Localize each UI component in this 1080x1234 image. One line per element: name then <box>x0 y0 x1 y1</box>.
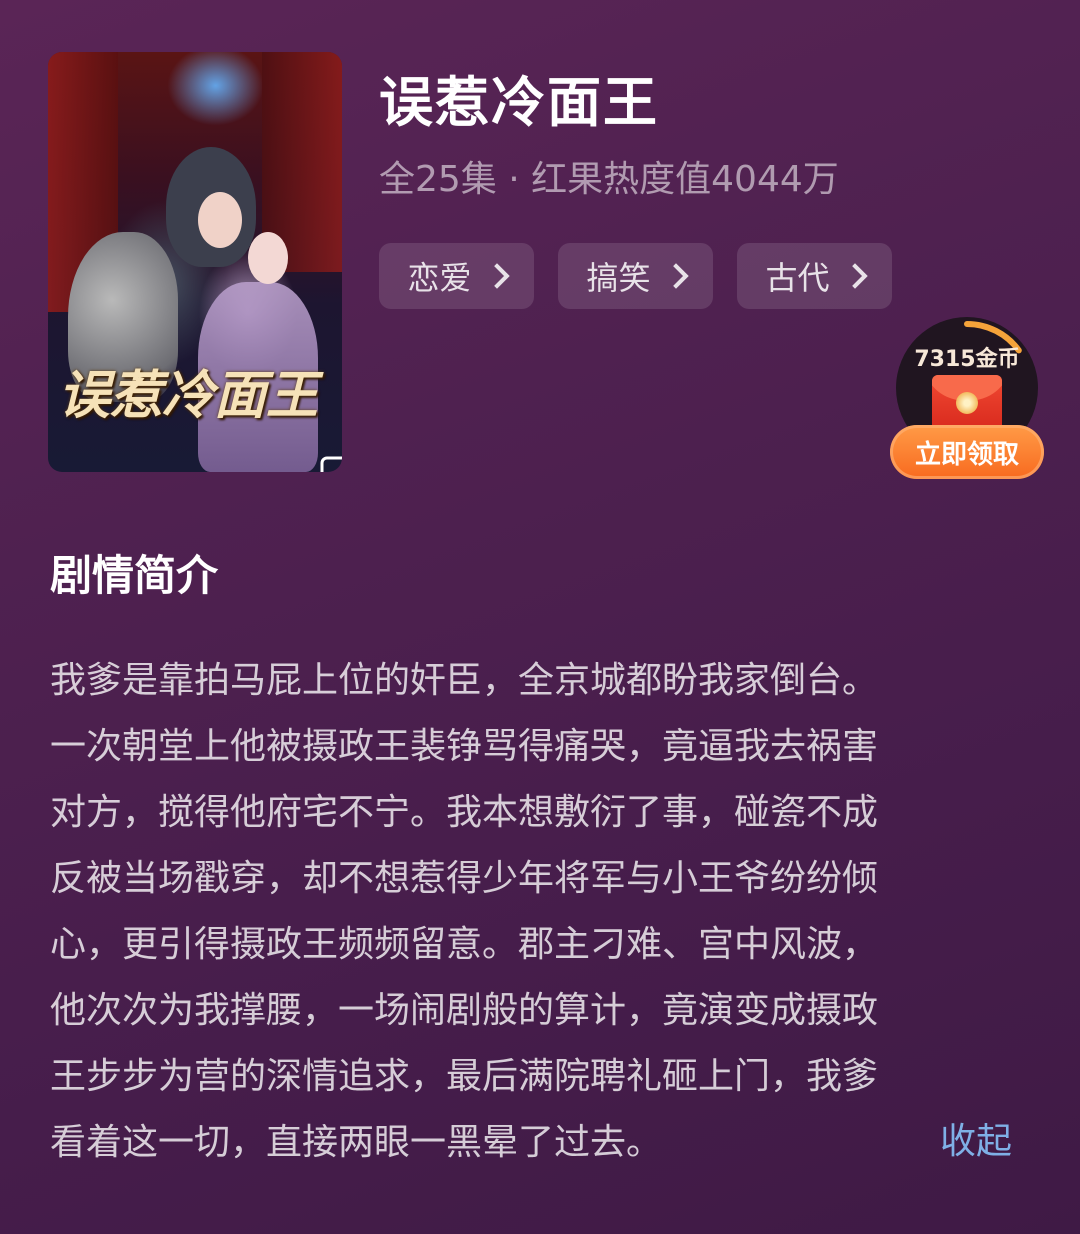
synopsis-text: 我爹是靠拍马屁上位的奸臣，全京城都盼我家倒台。 一次朝堂上他被摄政王裴铮骂得痛哭… <box>50 650 1012 1178</box>
chevron-right-icon <box>662 263 689 289</box>
coin-reward-widget[interactable]: 7315金币 立即领取 <box>890 317 1044 479</box>
tag-comedy[interactable]: 搞笑 <box>558 243 713 309</box>
poster-face-male <box>198 192 242 248</box>
poster-title-art: 误惹冷面王 <box>58 365 319 426</box>
tag-label: 古代 <box>765 259 830 297</box>
drama-poster[interactable]: 误惹冷面王 <box>48 52 342 472</box>
red-envelope-icon <box>932 375 1002 431</box>
chevron-right-icon <box>841 263 868 289</box>
synopsis-line: 对方，搅得他府宅不宁。我本想敷衍了事，碰瓷不成 <box>50 792 879 833</box>
share-card-icon[interactable] <box>318 452 342 472</box>
tag-label: 恋爱 <box>407 259 472 297</box>
poster-face-female <box>248 232 288 284</box>
tag-romance[interactable]: 恋爱 <box>379 243 534 309</box>
synopsis-line: 看着这一切，直接两眼一黑晕了过去。 <box>50 1122 663 1163</box>
synopsis-line: 心，更引得摄政王频频留意。郡主刁难、宫中风波， <box>50 924 879 965</box>
synopsis-heading: 剧情简介 <box>50 551 219 600</box>
drama-title: 误惹冷面王 <box>379 71 659 134</box>
envelope-seal <box>956 392 978 414</box>
genre-tags: 恋爱 搞笑 古代 <box>379 243 892 309</box>
chevron-right-icon <box>483 263 510 289</box>
synopsis-line: 一次朝堂上他被摄政王裴铮骂得痛哭，竟逼我去祸害 <box>50 726 879 767</box>
synopsis-line: 我爹是靠拍马屁上位的奸臣，全京城都盼我家倒台。 <box>50 660 879 701</box>
coin-amount: 7315金币 <box>914 347 1020 372</box>
collapse-synopsis-link[interactable]: 收起 <box>940 1112 1012 1164</box>
synopsis-line: 反被当场戳穿，却不想惹得少年将军与小王爷纷纷倾 <box>50 858 879 899</box>
synopsis-line: 王步步为营的深情追求，最后满院聘礼砸上门，我爹 <box>50 1056 879 1097</box>
tag-label: 搞笑 <box>586 259 651 297</box>
claim-now-button[interactable]: 立即领取 <box>890 425 1044 479</box>
tag-ancient[interactable]: 古代 <box>737 243 892 309</box>
synopsis-line: 他次次为我撑腰，一场闹剧般的算计，竟演变成摄政 <box>50 990 879 1031</box>
drama-episode-info: 全25集 · 红果热度值4044万 <box>379 159 839 200</box>
